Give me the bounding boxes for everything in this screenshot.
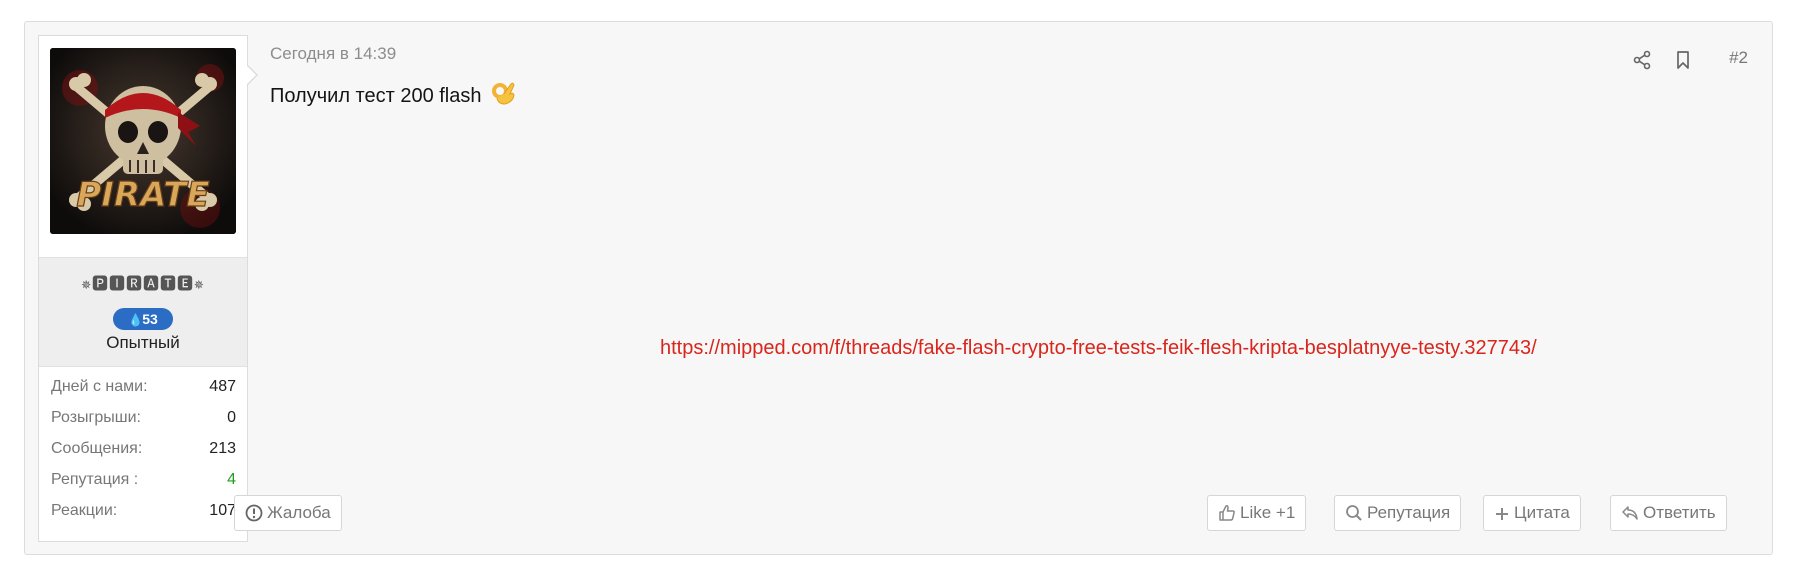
thread-link[interactable]: https://mipped.com/f/threads/fake-flash-… bbox=[660, 337, 1537, 360]
stat-label: Розыгрыши: bbox=[51, 409, 141, 426]
stat-label: Репутация : bbox=[51, 471, 139, 488]
user-rank: Опытный bbox=[106, 333, 180, 352]
reply-arrow-icon bbox=[1622, 506, 1638, 520]
plus-icon bbox=[1496, 508, 1508, 520]
alert-circle-icon bbox=[245, 504, 263, 522]
stat-value[interactable]: 213 bbox=[209, 433, 236, 464]
stat-value: 0 bbox=[227, 409, 236, 426]
reputation-label: Репутация bbox=[1367, 503, 1451, 522]
bookmark-icon[interactable] bbox=[1673, 50, 1693, 70]
report-button[interactable]: Жалоба bbox=[234, 495, 342, 531]
avatar-section: PIRATE bbox=[39, 36, 247, 257]
stat-label: Реакции: bbox=[51, 502, 118, 519]
stat-row-days: Дней с нами: 487 bbox=[39, 371, 247, 402]
drop-icon: 💧 bbox=[128, 313, 144, 327]
post-message-text: Получил тест 200 flash bbox=[270, 85, 482, 107]
post-top-actions: #2 bbox=[1632, 46, 1748, 72]
stat-value: 487 bbox=[209, 378, 236, 395]
stat-value: 107 bbox=[209, 502, 236, 519]
user-stats: Дней с нами: 487 Розыгрыши: 0 Сообщения:… bbox=[39, 371, 247, 526]
user-badge[interactable]: 💧53 bbox=[113, 308, 173, 330]
stat-label: Сообщения: bbox=[51, 440, 143, 457]
stat-row-reactions: Реакции: 107 bbox=[39, 495, 247, 526]
reputation-button[interactable]: Репутация bbox=[1334, 495, 1462, 531]
share-icon[interactable] bbox=[1632, 50, 1652, 70]
quote-button[interactable]: Цитата bbox=[1483, 495, 1581, 531]
stat-label: Дней с нами: bbox=[51, 378, 148, 395]
stat-row-reputation: Репутация : 4 bbox=[39, 464, 247, 495]
thumbs-up-icon bbox=[1219, 505, 1235, 521]
username[interactable]: ✵🅿🅸🆁🅰🆃🅴✵ bbox=[39, 270, 247, 294]
reply-label: Ответить bbox=[1643, 503, 1716, 522]
post-date[interactable]: Сегодня в 14:39 bbox=[270, 44, 396, 64]
reply-button[interactable]: Ответить bbox=[1610, 495, 1727, 531]
report-label: Жалоба bbox=[267, 503, 331, 522]
avatar[interactable]: PIRATE bbox=[50, 48, 236, 234]
badge-count: 53 bbox=[142, 311, 158, 327]
user-panel: PIRATE ✵🅿🅸🆁🅰🆃🅴✵ 💧53 Опытный Дней с нами:… bbox=[38, 35, 258, 542]
like-button[interactable]: Like +1 bbox=[1207, 495, 1307, 531]
post-container: PIRATE ✵🅿🅸🆁🅰🆃🅴✵ 💧53 Опытный Дней с нами:… bbox=[24, 21, 1773, 555]
avatar-logo-text: PIRATE bbox=[76, 175, 209, 215]
post-message: Получил тест 200 flash bbox=[270, 80, 517, 108]
post-number[interactable]: #2 bbox=[1729, 48, 1748, 68]
search-icon bbox=[1346, 505, 1362, 521]
like-label: Like +1 bbox=[1240, 503, 1296, 522]
quote-label: Цитата bbox=[1514, 503, 1570, 522]
user-info: ✵🅿🅸🆁🅰🆃🅴✵ 💧53 Опытный bbox=[39, 257, 247, 367]
stat-value[interactable]: 4 bbox=[227, 464, 236, 495]
ok-hand-emoji bbox=[492, 82, 515, 105]
avatar-pointer bbox=[247, 66, 256, 84]
stat-row-giveaways: Розыгрыши: 0 bbox=[39, 402, 247, 433]
stat-row-messages: Сообщения: 213 bbox=[39, 433, 247, 464]
